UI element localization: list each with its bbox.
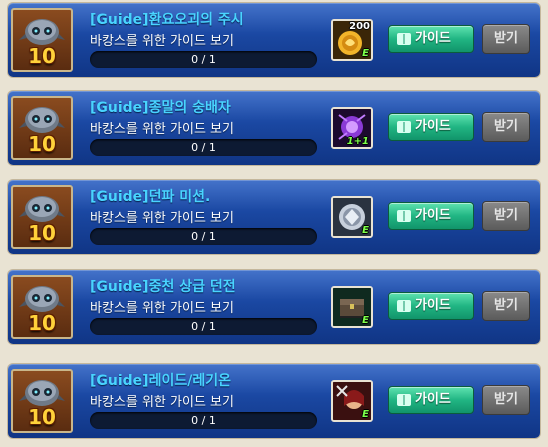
reward-badge: E	[362, 48, 369, 59]
quest-level: 10	[28, 132, 56, 156]
guide-button-label: 가이드	[415, 31, 451, 46]
receive-button[interactable]: 받기	[482, 112, 530, 142]
receive-button[interactable]: 받기	[482, 291, 530, 321]
quest-progress-bar: 0 / 1	[90, 228, 317, 245]
guide-button[interactable]: 가이드	[388, 113, 474, 141]
quest-robot-icon: 10	[11, 185, 73, 249]
reward-badge: E	[362, 409, 369, 420]
quest-progress-text: 0 / 1	[191, 414, 216, 427]
quest-title: [Guide]던파 미션.	[90, 189, 211, 205]
guide-button[interactable]: 가이드	[388, 202, 474, 230]
receive-button[interactable]: 받기	[482, 385, 530, 415]
reward-item[interactable]: E	[331, 196, 373, 238]
reward-item[interactable]: 200 E	[331, 19, 373, 61]
quest-level: 10	[28, 311, 56, 335]
quest-description: 바캉스를 위한 가이드 보기	[90, 395, 234, 410]
quest-robot-icon: 10	[11, 8, 73, 72]
quest-robot-icon: 10	[11, 96, 73, 160]
quest-description: 바캉스를 위한 가이드 보기	[90, 301, 234, 316]
quest-item: 10 [Guide]던파 미션. 바캉스를 위한 가이드 보기 0 / 1 E …	[8, 180, 540, 254]
guide-button-label: 가이드	[415, 208, 451, 223]
book-icon	[397, 300, 411, 312]
reward-count: 200	[349, 21, 370, 32]
quest-progress-bar: 0 / 1	[90, 51, 317, 68]
reward-badge: 1+1	[346, 136, 369, 147]
quest-title: [Guide]레이드/레기온	[90, 373, 231, 389]
book-icon	[397, 210, 411, 222]
quest-robot-icon: 10	[11, 275, 73, 339]
quest-description: 바캉스를 위한 가이드 보기	[90, 211, 234, 226]
receive-button[interactable]: 받기	[482, 24, 530, 54]
book-icon	[397, 121, 411, 133]
quest-progress-bar: 0 / 1	[90, 318, 317, 335]
quest-level: 10	[28, 44, 56, 68]
quest-item: 10 [Guide]환요오괴의 주시 바캉스를 위한 가이드 보기 0 / 1 …	[8, 3, 540, 77]
guide-button[interactable]: 가이드	[388, 292, 474, 320]
quest-progress-bar: 0 / 1	[90, 139, 317, 156]
quest-title: [Guide]중천 상급 던전	[90, 279, 236, 295]
quest-description: 바캉스를 위한 가이드 보기	[90, 34, 234, 49]
reward-item[interactable]: E	[331, 286, 373, 328]
quest-progress-text: 0 / 1	[191, 141, 216, 154]
quest-list: 10 [Guide]환요오괴의 주시 바캉스를 위한 가이드 보기 0 / 1 …	[0, 0, 548, 447]
reward-badge: E	[362, 225, 369, 236]
guide-button-label: 가이드	[415, 392, 451, 407]
reward-item[interactable]: E	[331, 380, 373, 422]
quest-title: [Guide]환요오괴의 주시	[90, 12, 244, 28]
book-icon	[397, 394, 411, 406]
receive-button[interactable]: 받기	[482, 201, 530, 231]
guide-button-label: 가이드	[415, 119, 451, 134]
guide-button[interactable]: 가이드	[388, 25, 474, 53]
quest-progress-text: 0 / 1	[191, 53, 216, 66]
quest-level: 10	[28, 405, 56, 429]
guide-button[interactable]: 가이드	[388, 386, 474, 414]
quest-item: 10 [Guide]중천 상급 던전 바캉스를 위한 가이드 보기 0 / 1 …	[8, 270, 540, 344]
quest-title: [Guide]종말의 숭배자	[90, 100, 231, 116]
quest-progress-bar: 0 / 1	[90, 412, 317, 429]
quest-item: 10 [Guide]레이드/레기온 바캉스를 위한 가이드 보기 0 / 1 E…	[8, 364, 540, 438]
quest-progress-text: 0 / 1	[191, 230, 216, 243]
quest-robot-icon: 10	[11, 369, 73, 433]
quest-level: 10	[28, 221, 56, 245]
reward-item[interactable]: 1+1	[331, 107, 373, 149]
reward-badge: E	[362, 315, 369, 326]
quest-item: 10 [Guide]종말의 숭배자 바캉스를 위한 가이드 보기 0 / 1 1…	[8, 91, 540, 165]
quest-progress-text: 0 / 1	[191, 320, 216, 333]
quest-description: 바캉스를 위한 가이드 보기	[90, 122, 234, 137]
book-icon	[397, 33, 411, 45]
guide-button-label: 가이드	[415, 298, 451, 313]
